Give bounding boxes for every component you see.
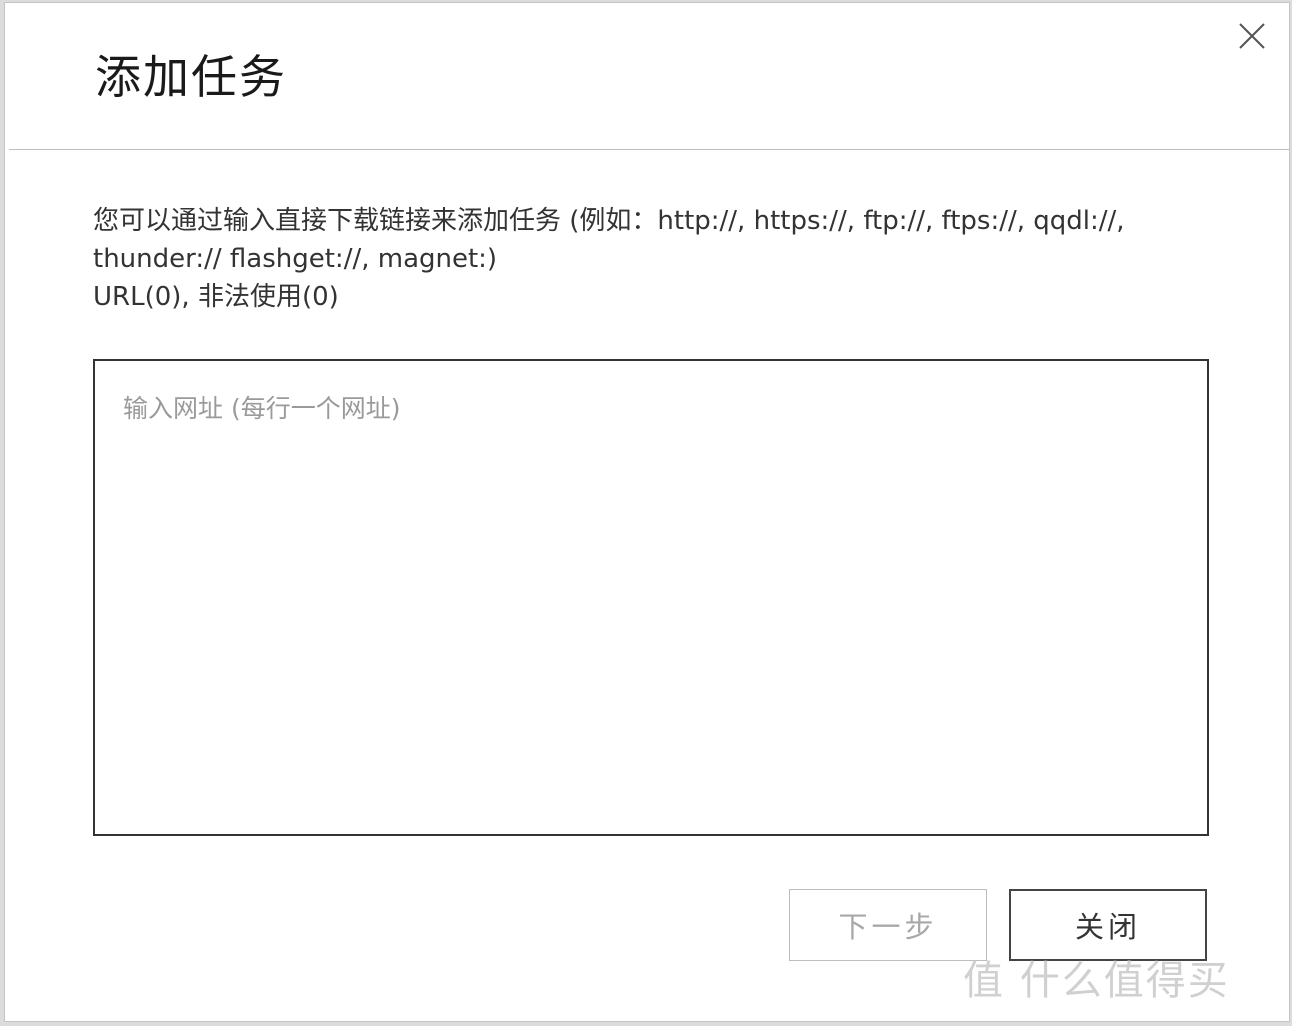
dialog-title: 添加任务 (95, 50, 287, 104)
url-input[interactable] (93, 359, 1209, 836)
description-line-1: 您可以通过输入直接下载链接来添加任务 (例如：http://, https://… (93, 206, 1125, 236)
close-icon (1239, 23, 1265, 49)
next-step-button[interactable]: 下一步 (789, 889, 987, 961)
add-task-dialog: 添加任务 您可以通过输入直接下载链接来添加任务 (例如：http://, htt… (4, 2, 1290, 1022)
description-line-2: thunder:// flashget://, magnet:) (93, 244, 498, 274)
header-divider (9, 149, 1289, 150)
description-text: 您可以通过输入直接下载链接来添加任务 (例如：http://, https://… (93, 202, 1213, 316)
url-count-status: URL(0), 非法使用(0) (93, 282, 339, 312)
close-button[interactable] (1237, 21, 1267, 51)
watermark-logo: 值 什么值得买 (963, 958, 1230, 1004)
